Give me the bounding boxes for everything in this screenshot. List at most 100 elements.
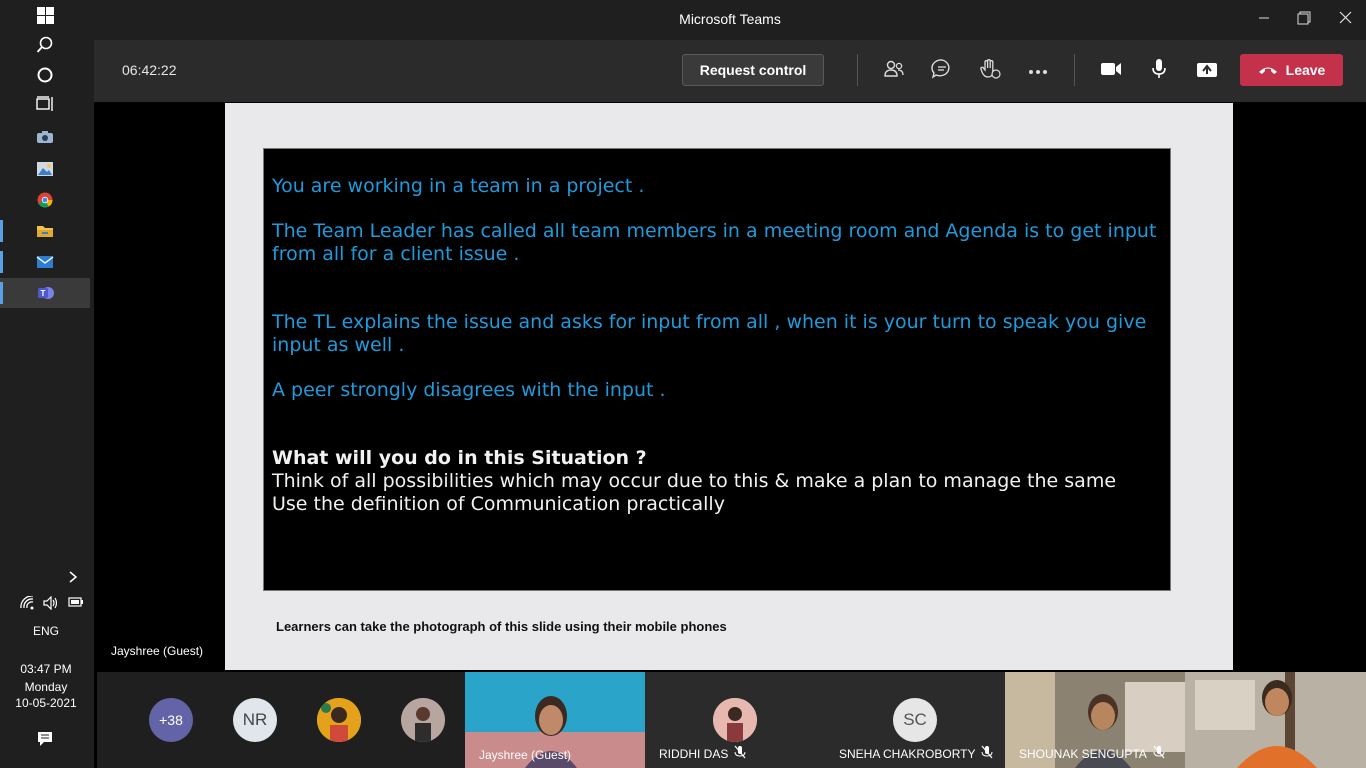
mic-muted-icon [981,745,993,762]
video-camera-icon [1100,61,1122,82]
meeting-timer: 06:42:22 [122,62,177,78]
cortana-circle-icon [35,65,55,85]
participant-tile[interactable]: SHOUNAK SENGUPTA [1005,672,1185,768]
window-title: Microsoft Teams [679,11,781,27]
minimize-button[interactable] [1252,8,1276,32]
slide-content-box: You are working in a team in a project .… [263,148,1171,591]
search-button[interactable] [0,30,90,60]
avatar: SC [893,698,937,742]
request-control-button[interactable]: Request control [682,54,824,86]
windows-taskbar: T ENG 03:47 PM Monday 10-05-2021 [0,0,94,768]
share-screen-button[interactable] [1193,57,1221,85]
microphone-icon [1151,58,1167,85]
mic-toggle-button[interactable] [1145,57,1173,85]
running-indicator [0,220,3,242]
action-center-button[interactable] [0,724,90,754]
raise-hand-icon [979,58,1001,85]
leave-label: Leave [1285,62,1326,78]
teams-icon: T [35,283,55,303]
search-icon [35,35,55,55]
clock-date[interactable]: 10-05-2021 [0,696,92,710]
language-indicator[interactable]: ENG [0,624,92,638]
photos-app[interactable] [0,154,90,184]
minimize-icon [1258,11,1270,29]
mic-muted-icon [1153,745,1165,762]
slide-line: The TL explains the issue and asks for i… [272,311,1147,356]
camera-app[interactable] [0,122,90,152]
slide-line: Use the definition of Communication prac… [272,493,725,515]
more-actions-button[interactable] [1024,57,1052,85]
reactions-button[interactable] [976,57,1004,85]
participant-name-row: SNEHA CHAKROBORTY [839,745,993,762]
slide-footnote: Learners can take the photograph of this… [276,619,727,634]
close-icon [1339,11,1352,29]
teams-app[interactable]: T [0,278,90,308]
presentation-slide: You are working in a team in a project .… [225,103,1233,670]
participants-button[interactable] [880,57,908,85]
task-view-icon [35,94,55,114]
slide-line: You are working in a team in a project . [272,175,645,197]
people-icon [883,59,905,84]
folder-icon [35,221,55,241]
task-view-button[interactable] [0,89,90,119]
hang-up-icon [1258,62,1278,78]
mail-app[interactable] [0,247,90,277]
camera-toggle-button[interactable] [1097,57,1125,85]
leave-button[interactable]: Leave [1240,54,1343,86]
photos-icon [35,159,55,179]
toolbar-divider [1074,54,1075,86]
mail-icon [35,252,55,272]
wifi-icon[interactable] [20,595,34,613]
battery-icon[interactable] [68,596,84,613]
camera-icon [35,127,55,147]
clock-time[interactable]: 03:47 PM [0,662,92,676]
running-indicator [0,251,3,273]
participant-tile[interactable] [1185,672,1366,768]
close-button[interactable] [1333,8,1357,32]
chat-button[interactable] [928,57,956,85]
avatar[interactable] [401,698,445,742]
svg-text:T: T [41,289,46,298]
slide-line: The Team Leader has called all team memb… [272,220,1157,265]
chrome-app[interactable] [0,185,90,215]
mic-muted-icon [734,745,746,762]
meeting-toolbar: 06:42:22 Request control Leave [94,40,1366,102]
more-participants-badge[interactable]: +38 [149,698,193,742]
participant-name: SNEHA CHAKROBORTY [839,746,976,761]
participant-tile[interactable]: SC SNEHA CHAKROBORTY [825,672,1005,768]
chat-icon [931,58,953,84]
chrome-icon [35,190,55,210]
avatar [713,698,757,742]
restore-button[interactable] [1292,8,1316,32]
title-bar: Microsoft Teams [94,0,1366,40]
participant-name-row: RIDDHI DAS [659,745,746,762]
participants-strip: +38 NR Jayshree (Guest) RIDDHI DAS SC SN… [97,672,1366,768]
clock-day[interactable]: Monday [0,680,92,694]
system-tray [20,595,84,613]
participant-tile[interactable]: Jayshree (Guest) [465,672,645,768]
volume-icon[interactable] [43,595,59,613]
start-button[interactable] [0,0,90,30]
toolbar-divider [857,54,858,86]
participant-tile[interactable]: RIDDHI DAS [645,672,825,768]
participant-name: SHOUNAK SENGUPTA [1019,746,1147,761]
presenter-name-label: Jayshree (Guest) [111,644,204,658]
running-indicator [0,282,3,304]
cortana-button[interactable] [0,60,90,90]
file-explorer-app[interactable] [0,216,90,246]
windows-logo-icon [35,5,55,25]
share-tray-icon [1196,60,1218,83]
participant-name-row: SHOUNAK SENGUPTA [1019,745,1165,762]
slide-line: A peer strongly disagrees with the input… [272,379,666,401]
shared-screen-stage: You are working in a team in a project .… [97,102,1363,670]
video-feed [1185,672,1366,768]
slide-question: What will you do in this Situation ? [272,447,647,469]
avatar[interactable]: NR [233,698,277,742]
more-horizontal-icon [1028,62,1048,80]
slide-line: Think of all possibilities which may occ… [272,470,1117,492]
chevron-right-icon[interactable] [68,570,78,587]
avatar[interactable] [317,698,361,742]
participant-name: RIDDHI DAS [659,746,729,761]
participant-name: Jayshree (Guest) [479,748,572,762]
restore-icon [1297,11,1311,30]
